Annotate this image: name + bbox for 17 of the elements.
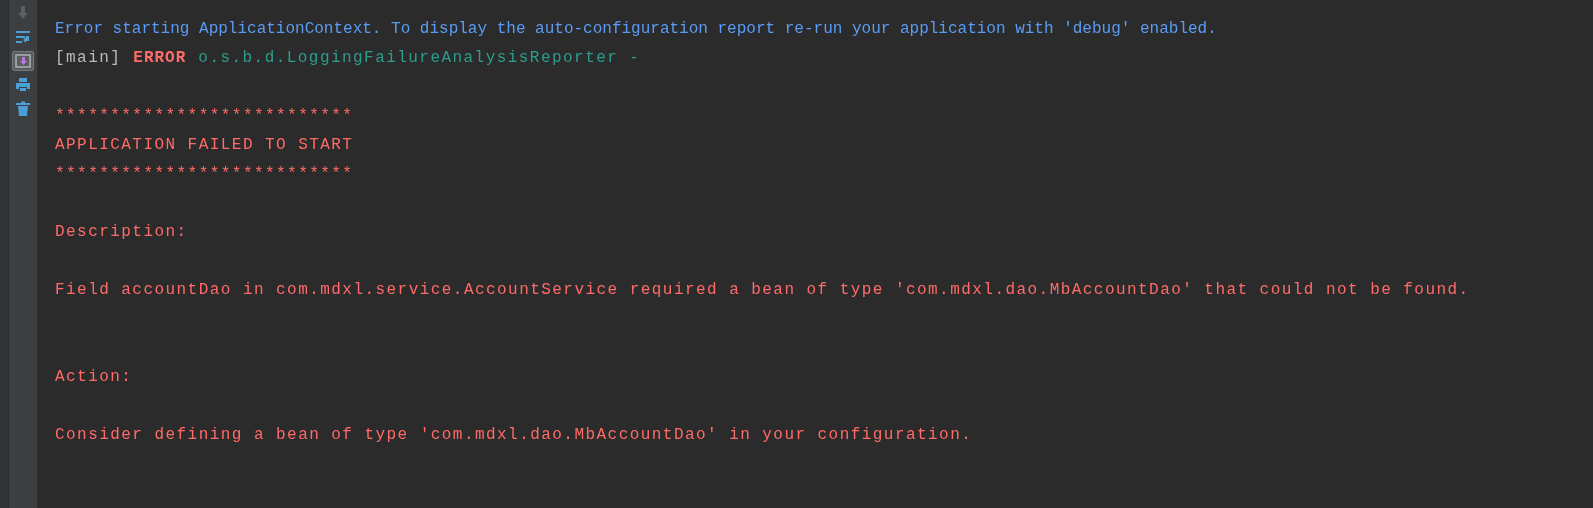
logger-name: o.s.b.d.LoggingFailureAnalysisReporter - xyxy=(198,48,641,69)
console-text: Field accountDao in com.mdxl.service.AccountService required a bean of type 'com.mdxl.dao.MbAccountDao' that could not be found. xyxy=(55,280,1470,301)
console-text: Action: xyxy=(55,367,133,388)
console-text: Error starting ApplicationContext. To display the auto-configuration report re-run your application with 'debug' enabled. xyxy=(55,19,1217,40)
console-text: Consider defining a bean of type 'com.mdxl.dao.MbAccountDao' in your configuration. xyxy=(55,425,973,446)
scroll-to-end-button[interactable] xyxy=(12,51,34,71)
console-text: [main] xyxy=(55,48,122,69)
console-text: *************************** xyxy=(55,106,354,127)
trash-icon xyxy=(15,101,31,117)
print-icon xyxy=(15,77,31,93)
soft-wrap-icon xyxy=(15,29,31,45)
console-text: Description: xyxy=(55,222,188,243)
console-text: *************************** xyxy=(55,164,354,185)
scroll-to-end-icon xyxy=(15,53,31,69)
console-text: APPLICATION FAILED TO START xyxy=(55,135,354,156)
log-level: ERROR xyxy=(133,48,187,69)
down-arrow-icon xyxy=(15,5,31,21)
